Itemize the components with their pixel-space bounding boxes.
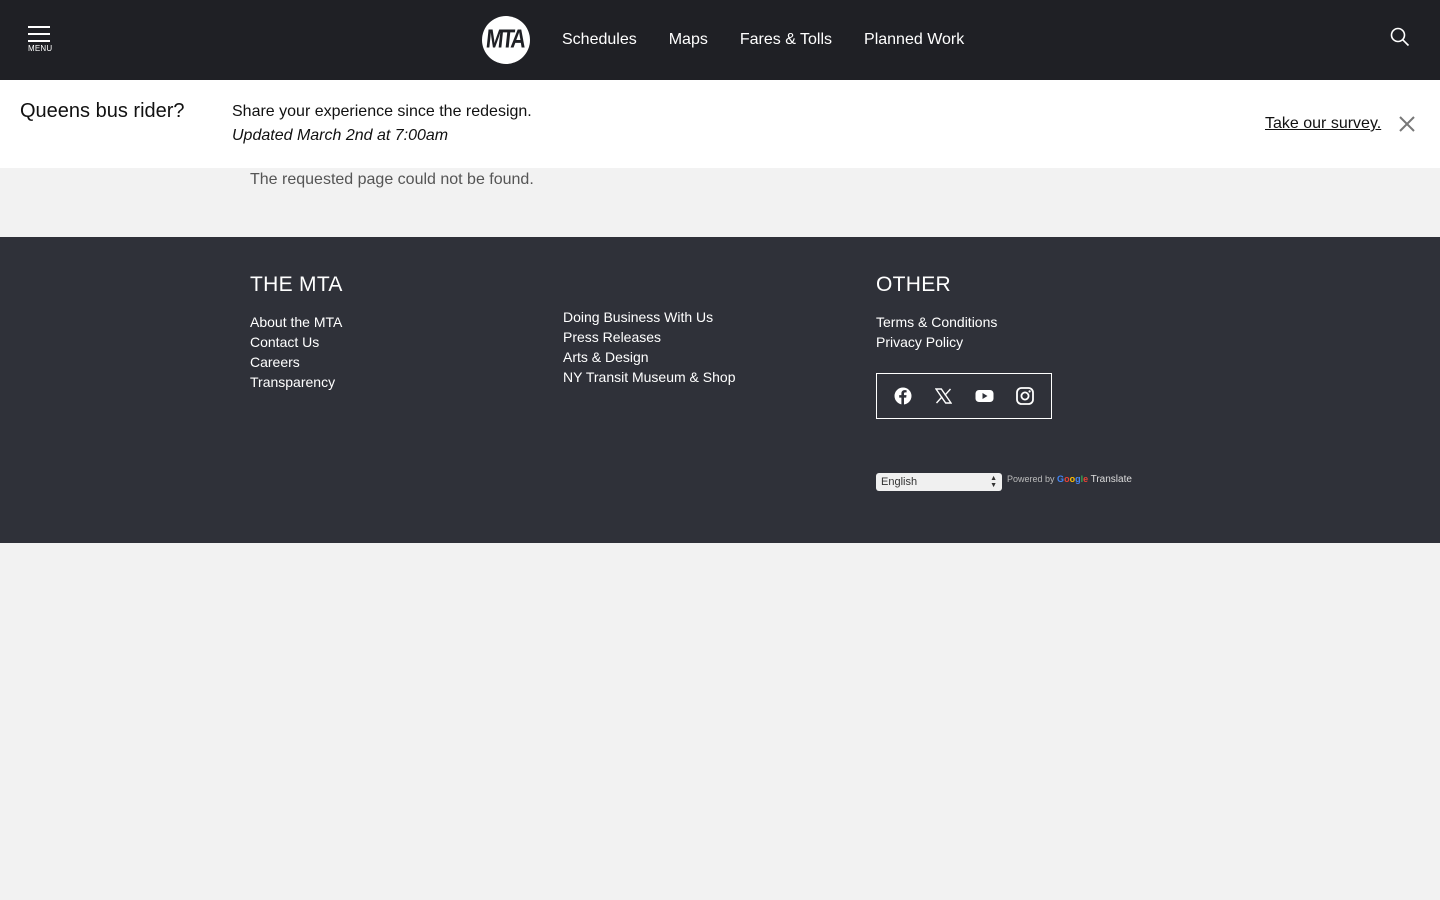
footer-links-the-mta: About the MTA Contact Us Careers Transpa…: [250, 312, 342, 392]
footer-link-press-releases[interactable]: Press Releases: [563, 329, 661, 345]
survey-link[interactable]: Take our survey.: [1265, 115, 1381, 133]
nav-link-schedules[interactable]: Schedules: [562, 31, 637, 49]
alert-banner: [0, 80, 1440, 168]
instagram-icon[interactable]: [1015, 386, 1035, 406]
select-arrows-icon: ▲ ▼: [990, 475, 997, 489]
nav-link-planned-work[interactable]: Planned Work: [864, 31, 964, 49]
footer-link-doing-business[interactable]: Doing Business With Us: [563, 309, 713, 325]
footer-link-transit-museum[interactable]: NY Transit Museum & Shop: [563, 369, 735, 385]
google-logo-text: Google: [1057, 474, 1089, 484]
close-alert-button[interactable]: [1398, 115, 1416, 133]
facebook-icon[interactable]: [893, 386, 913, 406]
footer-link-transparency[interactable]: Transparency: [250, 374, 335, 390]
logo-text: MTA: [484, 25, 526, 54]
close-icon: [1399, 116, 1415, 132]
list-item: Doing Business With Us: [563, 307, 735, 327]
hamburger-icon: [28, 26, 50, 28]
footer-links-other: Terms & Conditions Privacy Policy: [876, 312, 997, 352]
language-selected: English: [881, 476, 918, 488]
nav-link-fares-tolls[interactable]: Fares & Tolls: [740, 31, 832, 49]
list-item: Privacy Policy: [876, 332, 997, 352]
list-item: Transparency: [250, 372, 342, 392]
hamburger-icon-bar: [28, 33, 50, 35]
list-item: Press Releases: [563, 327, 735, 347]
footer-heading-the-mta: THE MTA: [250, 273, 343, 296]
translate-link[interactable]: Translate: [1091, 474, 1132, 485]
x-icon[interactable]: [934, 386, 954, 406]
nav-link-maps[interactable]: Maps: [669, 31, 708, 49]
alert-message: Share your experience since the redesign…: [232, 103, 532, 120]
search-button[interactable]: [1390, 27, 1412, 49]
footer-link-careers[interactable]: Careers: [250, 354, 300, 370]
powered-by-google-translate: Powered by Google Translate: [1007, 474, 1132, 485]
menu-label: MENU: [28, 44, 53, 53]
footer-link-terms[interactable]: Terms & Conditions: [876, 314, 997, 330]
footer-link-about[interactable]: About the MTA: [250, 314, 342, 330]
list-item: About the MTA: [250, 312, 342, 332]
list-item: Terms & Conditions: [876, 312, 997, 332]
list-item: NY Transit Museum & Shop: [563, 367, 735, 387]
alert-title: Queens bus rider?: [20, 100, 185, 122]
mta-logo[interactable]: MTA: [482, 16, 530, 64]
footer-link-arts-design[interactable]: Arts & Design: [563, 349, 649, 365]
footer-heading-other: OTHER: [876, 273, 951, 296]
search-icon: [1390, 27, 1410, 47]
list-item: Careers: [250, 352, 342, 372]
menu-button[interactable]: MENU: [28, 26, 52, 56]
powered-by-label: Powered by: [1007, 474, 1055, 484]
main-nav: Schedules Maps Fares & Tolls Planned Wor…: [562, 0, 996, 80]
list-item: Contact Us: [250, 332, 342, 352]
social-links: [876, 373, 1052, 419]
footer: THE MTA About the MTA Contact Us Careers…: [0, 237, 1440, 543]
not-found-message: The requested page could not be found.: [250, 171, 534, 188]
youtube-icon[interactable]: [974, 386, 994, 406]
list-item: Arts & Design: [563, 347, 735, 367]
top-navigation-bar: MENU MTA Schedules Maps Fares & Tolls Pl…: [0, 0, 1440, 80]
footer-link-contact[interactable]: Contact Us: [250, 334, 319, 350]
alert-updated: Updated March 2nd at 7:00am: [232, 127, 449, 144]
footer-links-middle: Doing Business With Us Press Releases Ar…: [563, 307, 735, 387]
footer-link-privacy[interactable]: Privacy Policy: [876, 334, 963, 350]
hamburger-icon-bar: [28, 40, 50, 42]
language-select[interactable]: English ▲ ▼: [876, 473, 1002, 491]
